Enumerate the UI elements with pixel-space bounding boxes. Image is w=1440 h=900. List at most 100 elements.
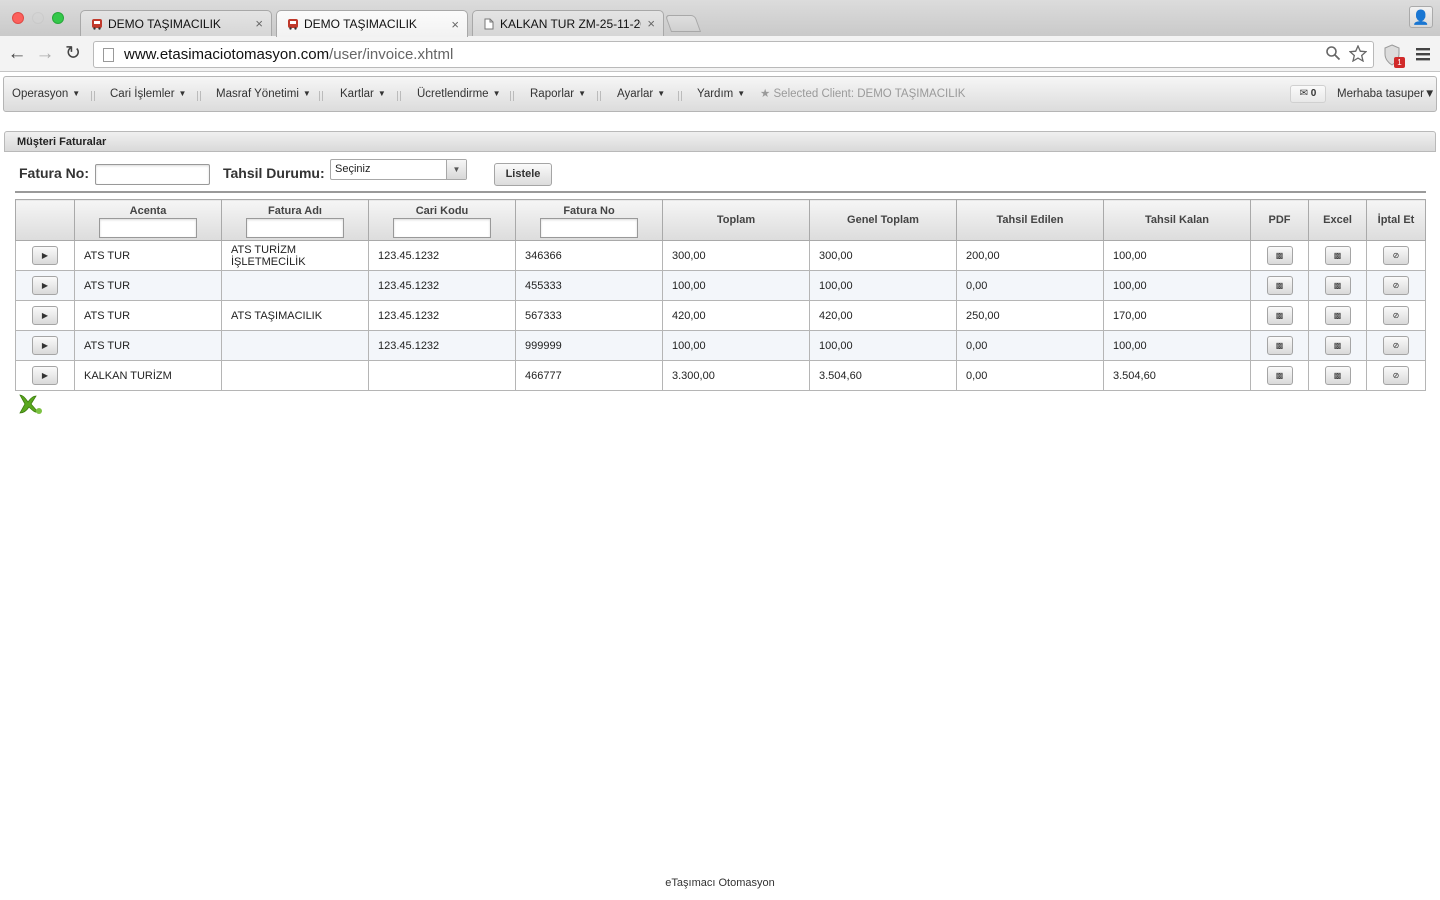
- caret-down-icon: ▼: [578, 89, 587, 98]
- menu-separator: [197, 91, 201, 101]
- tahsil-durumu-select[interactable]: Seçiniz ▼: [330, 159, 467, 180]
- cancel-icon[interactable]: ⊘: [1383, 246, 1409, 265]
- pdf-cell: ▩: [1250, 300, 1309, 331]
- tahsil-kalan-cell: 100,00: [1103, 270, 1251, 301]
- listele-button[interactable]: Listele: [494, 163, 552, 186]
- cancel-icon[interactable]: ⊘: [1383, 306, 1409, 325]
- header-tahsil-edilen[interactable]: Tahsil Edilen: [956, 199, 1104, 241]
- footer-text: eTaşımacı Otomasyon: [665, 877, 775, 889]
- tahsil-kalan-cell: 170,00: [1103, 300, 1251, 331]
- fatura-adi-cell: ATS TURİZM İŞLETMECİLİK: [221, 240, 369, 271]
- caret-down-icon: ▼: [737, 89, 746, 98]
- url-path: /user/invoice.xhtml: [329, 46, 454, 63]
- menu-operasyon[interactable]: Operasyon ▼: [12, 77, 80, 111]
- back-arrow-icon[interactable]: ←: [6, 43, 28, 65]
- envelope-icon: ✉: [1299, 88, 1309, 99]
- tahsil-kalan-cell: 100,00: [1103, 240, 1251, 271]
- browser-tab-2[interactable]: DEMO TAŞIMACILIK ×: [276, 10, 468, 37]
- menu-kartlar[interactable]: Kartlar ▼: [340, 77, 386, 111]
- excel-export-icon[interactable]: [17, 393, 43, 415]
- tab-close-icon[interactable]: ×: [647, 16, 655, 31]
- messages-button[interactable]: ✉ 0: [1290, 85, 1326, 103]
- menu-raporlar[interactable]: Raporlar ▼: [530, 77, 586, 111]
- tahsil-edilen-cell: 250,00: [956, 300, 1104, 331]
- menu-ucretlendirme[interactable]: Ücretlendirme ▼: [417, 77, 501, 111]
- menu-ayarlar[interactable]: Ayarlar ▼: [617, 77, 665, 111]
- expand-cell: ▶: [15, 270, 75, 301]
- excel-print-icon[interactable]: ▩: [1324, 336, 1351, 355]
- tab-close-icon[interactable]: ×: [451, 17, 459, 32]
- browser-menu-icon[interactable]: [1414, 44, 1432, 64]
- genel-toplam-cell: 420,00: [809, 300, 957, 331]
- tahsil-durumu-label: Tahsil Durumu:: [223, 165, 325, 181]
- table-row: ▶ ATS TUR 123.45.1232 455333 100,00 100,…: [15, 270, 1426, 301]
- fatura-no-input[interactable]: [95, 164, 210, 185]
- fatura-no-filter-input[interactable]: [540, 217, 638, 238]
- menu-cari-islemler[interactable]: Cari İşlemler ▼: [110, 77, 186, 111]
- excel-print-icon[interactable]: ▩: [1324, 246, 1351, 265]
- expand-row-icon[interactable]: ▶: [32, 336, 58, 355]
- zoom-icon[interactable]: [1325, 45, 1341, 61]
- expand-row-icon[interactable]: ▶: [32, 366, 58, 385]
- expand-row-icon[interactable]: ▶: [32, 246, 58, 265]
- pdf-print-icon[interactable]: ▩: [1266, 306, 1293, 325]
- excel-print-icon[interactable]: ▩: [1324, 276, 1351, 295]
- acenta-cell: ATS TUR: [74, 240, 222, 271]
- excel-print-icon[interactable]: ▩: [1324, 306, 1351, 325]
- fatura-adi-cell: ATS TAŞIMACILIK: [221, 300, 369, 331]
- expand-row-icon[interactable]: ▶: [32, 276, 58, 295]
- pdf-print-icon[interactable]: ▩: [1266, 366, 1293, 385]
- genel-toplam-cell: 100,00: [809, 330, 957, 361]
- tahsil-edilen-cell: 200,00: [956, 240, 1104, 271]
- panel-title: Müşteri Faturalar: [4, 131, 1436, 152]
- dropdown-arrow-icon[interactable]: ▼: [446, 160, 466, 179]
- tahsil-kalan-cell: 3.504,60: [1103, 360, 1251, 391]
- excel-print-icon[interactable]: ▩: [1324, 366, 1351, 385]
- menu-separator: [597, 91, 601, 101]
- divider: [15, 191, 1426, 193]
- page-icon: [103, 47, 114, 62]
- cancel-icon[interactable]: ⊘: [1383, 276, 1409, 295]
- forward-arrow-icon[interactable]: →: [34, 43, 56, 65]
- menu-label: Masraf Yönetimi: [216, 88, 299, 101]
- header-label: Acenta: [129, 204, 167, 217]
- iptal-cell: ⊘: [1366, 240, 1426, 271]
- address-bar[interactable]: www.etasimaciotomasyon.com/user/invoice.…: [93, 41, 1374, 68]
- reload-icon[interactable]: ↻: [62, 43, 84, 65]
- genel-toplam-cell: 300,00: [809, 240, 957, 271]
- browser-tab-1[interactable]: DEMO TAŞIMACILIK ×: [80, 10, 272, 36]
- user-menu[interactable]: Merhaba tasuper▼: [1337, 77, 1435, 111]
- bus-favicon-icon: [92, 18, 102, 30]
- window-minimize-button[interactable]: [32, 12, 44, 24]
- pdf-print-icon[interactable]: ▩: [1266, 276, 1293, 295]
- iptal-cell: ⊘: [1366, 360, 1426, 391]
- menu-masraf-yonetimi[interactable]: Masraf Yönetimi ▼: [216, 77, 311, 111]
- tahsil-edilen-cell: 0,00: [956, 330, 1104, 361]
- profile-icon[interactable]: 👤: [1409, 6, 1433, 28]
- cari-kodu-cell: 123.45.1232: [368, 330, 516, 361]
- cari-kodu-filter-input[interactable]: [393, 217, 491, 238]
- tahsil-edilen-cell: 0,00: [956, 360, 1104, 391]
- window-maximize-button[interactable]: [52, 12, 64, 24]
- pdf-print-icon[interactable]: ▩: [1266, 336, 1293, 355]
- cancel-icon[interactable]: ⊘: [1383, 336, 1409, 355]
- window-close-button[interactable]: [12, 12, 24, 24]
- header-label: Cari Kodu: [415, 204, 469, 217]
- menu-yardim[interactable]: Yardım ▼: [697, 77, 745, 111]
- bookmark-star-icon[interactable]: [1349, 45, 1367, 62]
- menu-label: Ayarlar: [617, 88, 654, 101]
- menu-separator: [91, 91, 95, 101]
- table-row: ▶ KALKAN TURİZM 466777 3.300,00 3.504,60…: [15, 360, 1426, 391]
- header-tahsil-kalan[interactable]: Tahsil Kalan: [1103, 199, 1251, 241]
- new-tab-button[interactable]: [664, 15, 702, 32]
- pdf-print-icon[interactable]: ▩: [1266, 246, 1293, 265]
- tab-close-icon[interactable]: ×: [255, 16, 263, 31]
- header-toplam[interactable]: Toplam: [662, 199, 810, 241]
- toplam-cell: 100,00: [662, 330, 810, 361]
- cancel-icon[interactable]: ⊘: [1383, 366, 1409, 385]
- browser-tab-3[interactable]: KALKAN TUR ZM-25-11-20 ×: [472, 10, 664, 36]
- fatura-adi-filter-input[interactable]: [246, 217, 344, 238]
- expand-row-icon[interactable]: ▶: [32, 306, 58, 325]
- acenta-filter-input[interactable]: [99, 217, 197, 238]
- header-genel-toplam[interactable]: Genel Toplam: [809, 199, 957, 241]
